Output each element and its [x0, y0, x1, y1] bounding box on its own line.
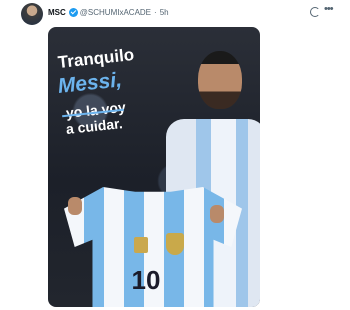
image-caption: Tranquilo Messi, yo la voy a cuidar. — [57, 45, 168, 137]
jersey-crest — [166, 233, 184, 255]
post-image[interactable]: Tranquilo Messi, yo la voy a cuidar. 10 — [48, 27, 260, 307]
jersey-badge — [134, 237, 148, 253]
grok-icon[interactable] — [310, 7, 320, 17]
author-handle[interactable]: @SCHUMIxACADE — [80, 8, 151, 17]
timestamp[interactable]: 5h — [160, 8, 169, 17]
author-name[interactable]: MSC — [48, 8, 66, 17]
player-head — [198, 51, 242, 109]
separator: · — [154, 7, 157, 17]
more-options-icon[interactable]: ••• — [324, 3, 334, 15]
verified-badge-icon — [68, 7, 78, 17]
right-hand — [210, 205, 224, 223]
jersey-number: 10 — [131, 265, 161, 295]
tweet: MSC @SCHUMIxACADE · 5h ••• Tranquilo Mes… — [0, 0, 350, 310]
left-hand — [68, 197, 82, 215]
avatar[interactable] — [21, 3, 43, 25]
tweet-header: MSC @SCHUMIxACADE · 5h — [48, 5, 169, 19]
